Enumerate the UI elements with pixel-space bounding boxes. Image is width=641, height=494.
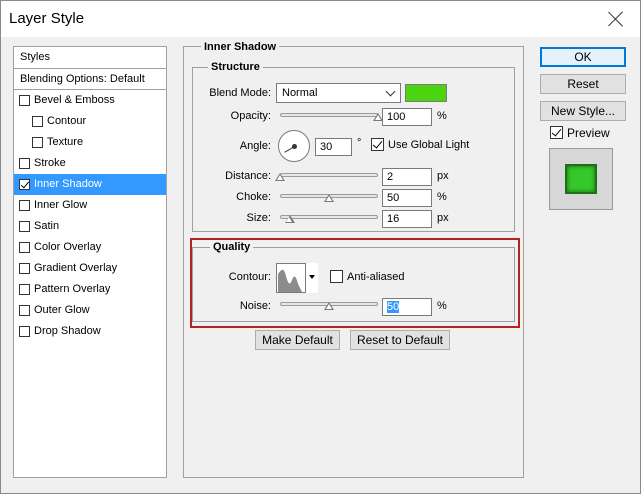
contour-curve-icon xyxy=(278,269,302,292)
preview-swatch xyxy=(565,164,597,194)
chevron-down-icon xyxy=(385,86,396,97)
contour-dropdown-button[interactable] xyxy=(305,263,318,293)
noise-label: Noise: xyxy=(239,300,271,312)
contour-label: Contour: xyxy=(228,271,271,283)
style-item-label: Stroke xyxy=(34,157,66,169)
styles-list: Styles Blending Options: Default Bevel &… xyxy=(13,46,167,478)
distance-slider-track[interactable] xyxy=(280,173,378,177)
style-item[interactable]: Inner Glow xyxy=(14,195,166,216)
noise-input[interactable]: 50 xyxy=(382,298,432,316)
new-style-button[interactable]: New Style... xyxy=(540,101,626,121)
style-item-label: Contour xyxy=(47,115,87,127)
opacity-input[interactable]: 100 xyxy=(382,108,432,126)
blending-options[interactable]: Blending Options: Default xyxy=(14,69,166,90)
reset-button[interactable]: Reset xyxy=(540,74,626,94)
styles-header[interactable]: Styles xyxy=(14,47,166,69)
style-item[interactable]: Texture xyxy=(14,132,166,153)
noise-value: 50 xyxy=(387,301,400,313)
anti-aliased-checkbox[interactable] xyxy=(330,270,343,283)
choke-input[interactable]: 50 xyxy=(382,189,432,207)
style-item-checkbox[interactable] xyxy=(19,221,30,232)
style-item[interactable]: Stroke xyxy=(14,153,166,174)
style-item[interactable]: Inner Shadow xyxy=(14,174,166,195)
distance-slider-handle[interactable] xyxy=(275,173,285,181)
preview-checkbox[interactable] xyxy=(550,126,563,139)
structure-title: Structure xyxy=(208,61,263,73)
style-item[interactable]: Contour xyxy=(14,111,166,132)
style-item-label: Inner Shadow xyxy=(34,178,102,190)
style-item[interactable]: Gradient Overlay xyxy=(14,258,166,279)
style-item[interactable]: Color Overlay xyxy=(14,237,166,258)
blend-mode-label: Blend Mode: xyxy=(209,87,271,99)
choke-unit: % xyxy=(437,191,447,203)
style-item[interactable]: Satin xyxy=(14,216,166,237)
close-icon[interactable] xyxy=(606,9,626,29)
style-item-checkbox[interactable] xyxy=(19,326,30,337)
blend-mode-value: Normal xyxy=(282,87,318,99)
make-default-button[interactable]: Make Default xyxy=(255,330,340,350)
style-item-label: Texture xyxy=(47,136,84,148)
style-item-checkbox[interactable] xyxy=(19,242,30,253)
noise-unit: % xyxy=(437,300,447,312)
angle-unit: ° xyxy=(357,137,362,149)
style-item-label: Gradient Overlay xyxy=(34,262,118,274)
style-item-label: Color Overlay xyxy=(34,241,102,253)
style-item-checkbox[interactable] xyxy=(32,116,43,127)
distance-unit: px xyxy=(437,170,449,182)
ok-button[interactable]: OK xyxy=(540,47,626,67)
style-item-label: Pattern Overlay xyxy=(34,283,111,295)
style-item[interactable]: Outer Glow xyxy=(14,300,166,321)
preview-thumbnail xyxy=(549,148,613,210)
reset-to-default-button[interactable]: Reset to Default xyxy=(350,330,450,350)
preview-label: Preview xyxy=(567,126,610,140)
choke-label: Choke: xyxy=(236,191,271,203)
distance-label: Distance: xyxy=(225,170,271,182)
style-item-checkbox[interactable] xyxy=(19,263,30,274)
blend-mode-select[interactable]: Normal xyxy=(276,83,401,103)
title-bar: Layer Style xyxy=(1,1,640,37)
style-item-label: Outer Glow xyxy=(34,304,90,316)
size-unit: px xyxy=(437,212,449,224)
shadow-color-swatch[interactable] xyxy=(405,84,447,102)
noise-slider-handle[interactable] xyxy=(324,302,334,310)
opacity-label: Opacity: xyxy=(230,110,271,122)
distance-input[interactable]: 2 xyxy=(382,168,432,186)
style-item-checkbox[interactable] xyxy=(32,137,43,148)
style-item-checkbox[interactable] xyxy=(19,179,30,190)
quality-title: Quality xyxy=(210,241,254,253)
size-label: Size: xyxy=(246,212,271,224)
style-item-checkbox[interactable] xyxy=(19,305,30,316)
anti-aliased-label: Anti-aliased xyxy=(347,271,405,283)
style-items: Bevel & Emboss Contour Texture Stroke Inner … xyxy=(14,90,166,342)
style-item-label: Bevel & Emboss xyxy=(34,94,115,106)
style-item-label: Inner Glow xyxy=(34,199,88,211)
style-item-checkbox[interactable] xyxy=(19,158,30,169)
opacity-unit: % xyxy=(437,110,447,122)
angle-input[interactable]: 30 xyxy=(315,138,352,156)
use-global-light-checkbox[interactable] xyxy=(371,138,384,151)
size-slider-handle[interactable] xyxy=(284,215,295,223)
inner-shadow-title: Inner Shadow xyxy=(201,41,280,53)
style-item[interactable]: Drop Shadow xyxy=(14,321,166,342)
use-global-light-label: Use Global Light xyxy=(388,139,470,151)
style-item-checkbox[interactable] xyxy=(19,95,30,106)
angle-label: Angle: xyxy=(239,140,271,152)
style-item-checkbox[interactable] xyxy=(19,200,30,211)
choke-slider-handle[interactable] xyxy=(324,194,334,202)
style-item-checkbox[interactable] xyxy=(19,284,30,295)
dialog-title: Layer Style xyxy=(9,10,85,27)
opacity-slider-track[interactable] xyxy=(280,113,378,117)
angle-dial-center xyxy=(292,144,297,149)
size-input[interactable]: 16 xyxy=(382,210,432,228)
angle-dial[interactable] xyxy=(278,130,310,162)
style-item-label: Satin xyxy=(34,220,60,232)
style-item[interactable]: Bevel & Emboss xyxy=(14,90,166,111)
style-item-label: Drop Shadow xyxy=(34,325,101,337)
style-item[interactable]: Pattern Overlay xyxy=(14,279,166,300)
